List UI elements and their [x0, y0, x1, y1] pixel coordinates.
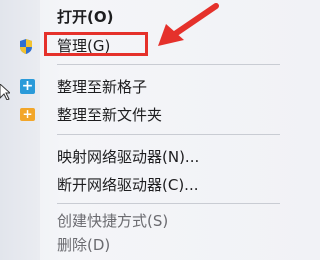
- menu-item-new-folder[interactable]: + 整理至新文件夹: [0, 104, 280, 126]
- menu-item-label: 删除(D): [57, 236, 111, 254]
- mouse-cursor-icon: [0, 84, 10, 100]
- menu-item-label: 整理至新格子: [57, 78, 148, 96]
- menu-item-create-shortcut[interactable]: 创建快捷方式(S): [0, 210, 280, 232]
- menu-item-label: 整理至新文件夹: [57, 106, 163, 124]
- annotation-arrow-icon: [158, 3, 219, 46]
- context-menu: 打开(O) 管理(G) + 整理至新格子 + 整理至新文件夹 映射网络驱动器(N…: [0, 0, 280, 260]
- highlight-box: [44, 32, 148, 56]
- menu-item-delete[interactable]: 删除(D): [0, 234, 280, 256]
- menu-item-map-drive[interactable]: 映射网络驱动器(N)...: [0, 146, 280, 168]
- menu-separator: [57, 203, 280, 204]
- plus-folder-icon: +: [20, 108, 35, 121]
- menu-separator: [57, 134, 280, 135]
- shield-icon: [18, 38, 34, 59]
- menu-separator: [57, 64, 280, 65]
- menu-item-open[interactable]: 打开(O): [0, 6, 280, 28]
- menu-item-label: 创建快捷方式(S): [57, 212, 169, 230]
- menu-item-label: 打开(O): [57, 8, 114, 26]
- menu-item-new-grid[interactable]: + 整理至新格子: [0, 76, 280, 98]
- plus-blue-icon: +: [20, 78, 35, 94]
- menu-item-label: 断开网络驱动器(C)...: [57, 176, 199, 194]
- menu-item-label: 映射网络驱动器(N)...: [57, 148, 200, 166]
- menu-item-disconnect-drive[interactable]: 断开网络驱动器(C)...: [0, 174, 280, 196]
